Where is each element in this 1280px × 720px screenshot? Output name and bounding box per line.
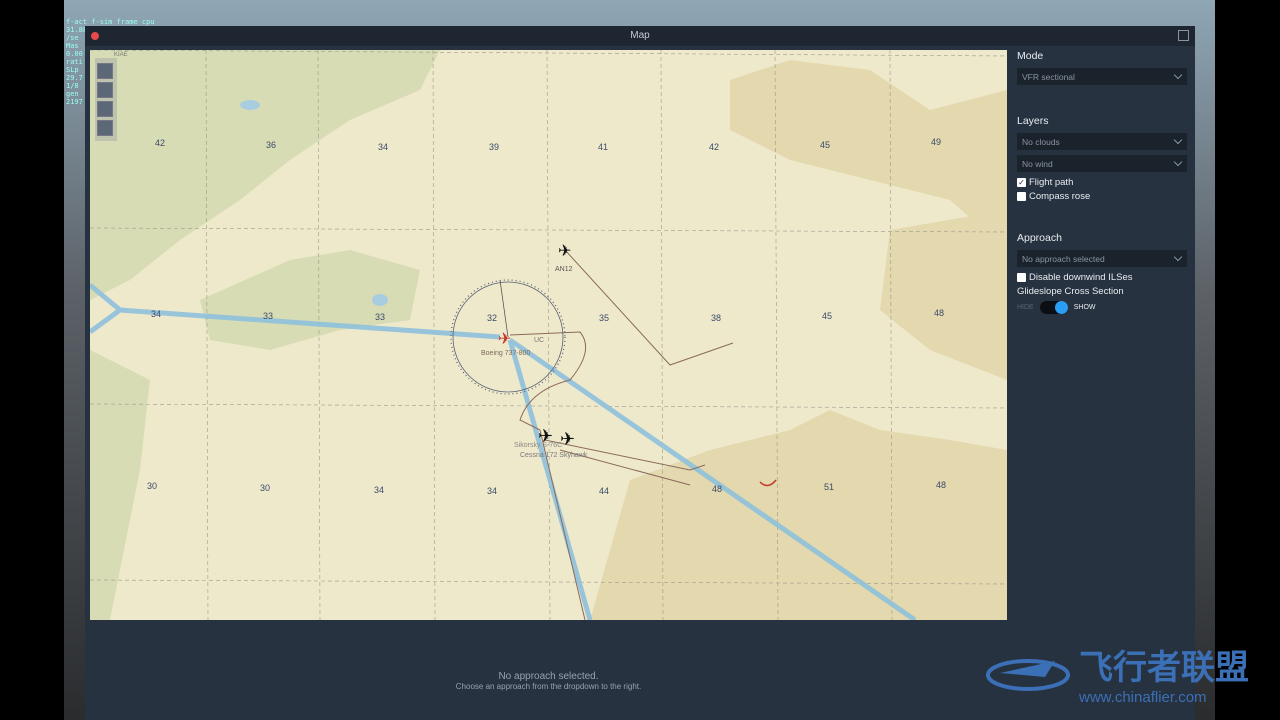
grid-number: 39 xyxy=(489,142,500,152)
glideslope-label: Glideslope Cross Section xyxy=(1017,286,1124,297)
grid-number: 34 xyxy=(487,486,498,496)
map-canvas: ✈ ✈ ✈ ✈ xyxy=(90,50,1007,620)
grid-number: 33 xyxy=(375,312,386,322)
cessna-icon: ✈ xyxy=(560,429,575,449)
grid-number: 45 xyxy=(820,140,831,150)
watermark-url: www.chinaflier.com xyxy=(1079,689,1207,706)
boeing-icon: ✈ xyxy=(498,331,511,348)
label-cessna: Cessna 172 Skyhawk xyxy=(520,452,588,459)
hud-line: f-act f-sim frame cpu xyxy=(66,18,155,26)
label-boeing: Boeing 737-800 xyxy=(481,350,531,357)
an12-icon: ✈ xyxy=(558,243,571,260)
layers-icon-button[interactable] xyxy=(97,101,113,117)
map-window: Map ✈ ✈ ✈ ✈ 42 36 34 39 41 42 45 49 34 3… xyxy=(85,26,1195,720)
grid-number: 38 xyxy=(711,313,722,323)
clouds-dropdown[interactable]: No clouds xyxy=(1017,133,1187,150)
watermark-logo-icon xyxy=(986,659,1070,691)
mode-dropdown[interactable]: VFR sectional xyxy=(1017,68,1187,85)
layers-heading: Layers xyxy=(1017,115,1049,127)
grid-number: 36 xyxy=(266,140,277,150)
terrain-tan xyxy=(590,60,1007,620)
zoom-in-button[interactable] xyxy=(97,63,113,79)
wind-dropdown[interactable]: No wind xyxy=(1017,155,1187,172)
zoom-out-button[interactable] xyxy=(97,82,113,98)
terrain-green xyxy=(90,50,440,620)
grid-number: 33 xyxy=(263,311,274,321)
grid-number: 34 xyxy=(378,142,389,152)
grid-number: 30 xyxy=(260,483,271,493)
toggle-switch[interactable] xyxy=(1039,301,1068,314)
grid-number: 48 xyxy=(936,480,947,490)
grid-number: 42 xyxy=(709,142,720,152)
grid-number: 34 xyxy=(374,485,385,495)
map-toolbar xyxy=(95,58,117,141)
checkbox-checked-icon[interactable]: ✓ xyxy=(1017,178,1026,187)
grid-number: 32 xyxy=(487,313,498,323)
show-label: SHOW xyxy=(1073,304,1096,311)
label-uc: UC xyxy=(534,337,545,344)
compass-rose-label: Compass rose xyxy=(1029,191,1091,202)
empty-subtitle: Choose an approach from the dropdown to … xyxy=(455,682,642,691)
glideslope-toggle[interactable]: HIDE SHOW xyxy=(1017,301,1187,314)
mode-heading: Mode xyxy=(1017,50,1044,62)
grid-number: 30 xyxy=(147,481,158,491)
settings-panel: Mode VFR sectional Layers No clouds No w… xyxy=(1017,50,1187,314)
flight-path-checkbox[interactable]: ✓ Flight path xyxy=(1017,177,1187,188)
disable-ils-label: Disable downwind ILSes xyxy=(1029,272,1133,283)
grid-number: 34 xyxy=(151,309,162,319)
grid-number: 42 xyxy=(155,138,166,148)
window-title: Map xyxy=(630,30,650,41)
grid-number: 41 xyxy=(598,142,609,152)
pop-out-icon[interactable] xyxy=(1178,30,1189,41)
checkbox-icon[interactable] xyxy=(1017,273,1026,282)
grid-number: 51 xyxy=(824,482,835,492)
grid-number: 48 xyxy=(712,484,723,494)
compass-rose-checkbox[interactable]: Compass rose xyxy=(1017,191,1187,202)
label-sikorsky: Sikorsky S-76C xyxy=(514,442,563,449)
grid-number: 45 xyxy=(822,311,833,321)
disable-ils-checkbox[interactable]: Disable downwind ILSes xyxy=(1017,272,1187,283)
empty-title: No approach selected. xyxy=(498,671,599,682)
grid-number: 35 xyxy=(599,313,610,323)
approach-heading: Approach xyxy=(1017,232,1062,244)
approach-dropdown[interactable]: No approach selected xyxy=(1017,250,1187,267)
grid-number: 48 xyxy=(934,308,945,318)
label-an12: AN12 xyxy=(555,266,573,273)
grid-number: 44 xyxy=(599,486,610,496)
hide-label: HIDE xyxy=(1017,304,1034,311)
center-icon-button[interactable] xyxy=(97,120,113,136)
title-bar[interactable]: Map xyxy=(85,26,1195,46)
flight-path-label: Flight path xyxy=(1029,177,1074,188)
map-view[interactable]: ✈ ✈ ✈ ✈ 42 36 34 39 41 42 45 49 34 33 33 32 35 38 45 48… xyxy=(90,50,1007,620)
approach-empty-state: No approach selected. Choose an approach… xyxy=(85,671,1012,691)
checkbox-icon[interactable] xyxy=(1017,192,1026,201)
grid-number: 49 xyxy=(931,137,942,147)
watermark-text: 飞行者联盟 xyxy=(1079,649,1249,687)
watermark: 飞行者联盟 www.chinaflier.com xyxy=(985,640,1249,706)
